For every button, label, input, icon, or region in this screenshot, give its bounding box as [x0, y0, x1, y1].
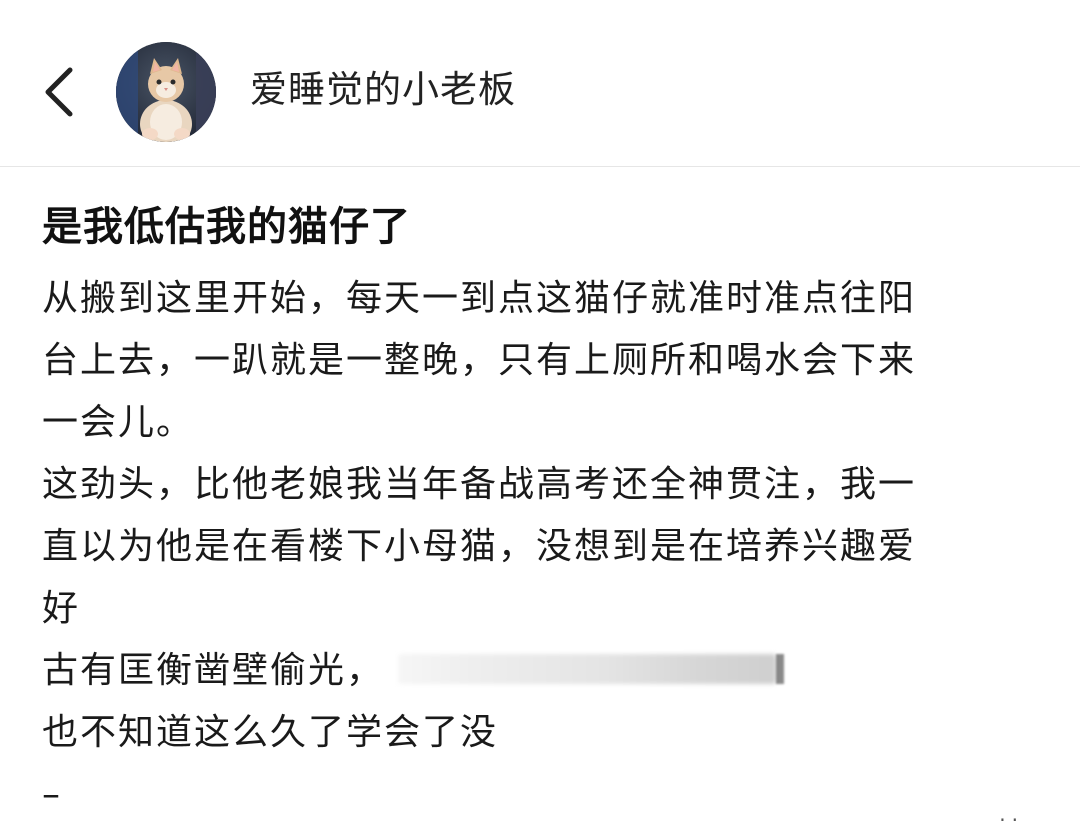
avatar[interactable] [116, 42, 216, 142]
post-line: – [42, 774, 62, 815]
post-body: 是我低估我的猫仔了 从搬到这里开始，每天一到点这猫仔就准时准点往阳 台上去，一趴… [42, 196, 1042, 826]
post-line: 好 [42, 588, 81, 629]
post-line: 台上去，一趴就是一整晚，只有上厕所和喝水会下来 [42, 340, 917, 381]
back-button[interactable] [28, 52, 88, 132]
post-header: 爱睡觉的小老板 [0, 0, 1080, 167]
post-line-redacted: 古有匡衡凿壁偷光， [42, 640, 1042, 702]
cat-avatar-image [116, 42, 216, 142]
username[interactable]: 爱睡觉的小老板 [250, 64, 516, 116]
post-line: 直以为他是在看楼下小母猫，没想到是在培养兴趣爱 [42, 526, 917, 567]
post-line: 这劲头，比他老娘我当年备战高考还全神贯注，我一 [42, 464, 917, 505]
post-line: 一会儿。 [42, 402, 195, 443]
post-title: 是我低估我的猫仔了 [42, 204, 411, 250]
post-line: 从搬到这里开始，每天一到点这猫仔就准时准点往阳 [42, 278, 917, 319]
post-line-text: 古有匡衡凿壁偷光， [42, 650, 385, 691]
blurred-redaction [398, 654, 777, 684]
post-line: 也不知道这么久了学会了没 [42, 712, 499, 753]
blurred-redaction-tail [776, 654, 785, 684]
more-dots: ·· [999, 808, 1024, 832]
chevron-left-icon [45, 67, 73, 117]
